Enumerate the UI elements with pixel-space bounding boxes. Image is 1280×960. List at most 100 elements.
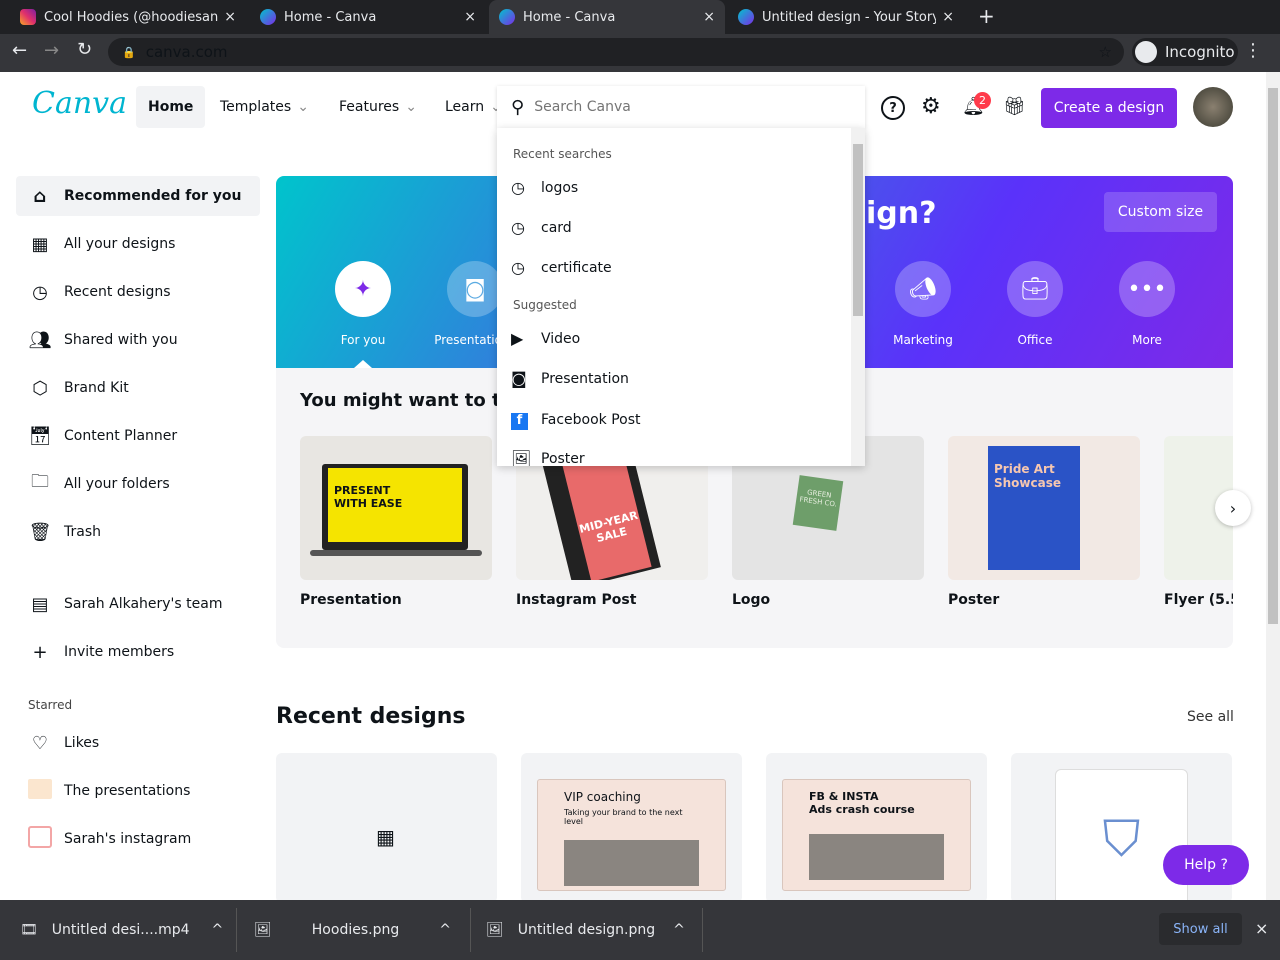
clock-icon: ◷ [511, 178, 525, 197]
browser-tab-active[interactable]: Home - Canva × [489, 0, 725, 34]
back-icon[interactable]: ← [12, 40, 27, 61]
browser-tab[interactable]: Cool Hoodies (@hoodiesand × [10, 0, 246, 34]
help-button[interactable]: Help ? [1163, 845, 1249, 885]
grid-icon: ▦ [31, 233, 49, 255]
close-tab-icon[interactable]: × [224, 9, 236, 25]
banner-heading: ign? [866, 196, 937, 231]
clock-icon: ◷ [511, 258, 525, 277]
selected-indicator [354, 360, 372, 368]
forward-icon[interactable]: → [44, 40, 59, 61]
starred-label: Starred [28, 698, 73, 712]
category-office[interactable]: 💼︎ Office [985, 261, 1085, 347]
sidebar-item-instagram[interactable]: Sarah's instagram [16, 819, 260, 859]
carousel-next-button[interactable]: › [1215, 490, 1251, 526]
settings-gear-icon[interactable]: ⚙ [921, 94, 941, 119]
template-card-poster[interactable]: Pride Art Showcase Poster [948, 436, 1140, 608]
menu-icon[interactable]: ⋮ [1244, 40, 1262, 61]
create-design-button[interactable]: Create a design [1041, 88, 1177, 128]
close-tab-icon[interactable]: × [942, 9, 954, 25]
incognito-badge[interactable]: Incognito [1132, 38, 1238, 66]
video-icon: ▶ [511, 329, 524, 348]
search-dropdown: Recent searches ◷ logos ◷ card ◷ certificat… [497, 128, 865, 466]
category-for-you[interactable]: ✦ For you [313, 261, 413, 347]
category-more[interactable]: ••• More [1097, 261, 1197, 347]
sidebar-item-brand-kit[interactable]: ⬡ Brand Kit [16, 368, 260, 408]
download-item[interactable]: 🖼︎ Hoodies.png ^ [254, 900, 451, 960]
suggested-item[interactable]: f Facebook Post [511, 409, 641, 430]
nav-home[interactable]: Home [136, 86, 206, 128]
image-file-icon: 🖼︎ [486, 922, 504, 938]
sidebar-item-presentations[interactable]: The presentations [16, 771, 260, 811]
close-downloads-icon[interactable]: × [1255, 919, 1268, 938]
avatar[interactable] [1193, 87, 1233, 127]
sidebar-item-all-designs[interactable]: ▦ All your designs [16, 224, 260, 264]
chevron-down-icon: ⌄ [405, 99, 417, 115]
chevron-up-icon[interactable]: ^ [673, 922, 685, 938]
calendar-icon: 📅︎ [28, 425, 52, 447]
new-tab-button[interactable]: + [978, 4, 995, 28]
canva-logo[interactable]: Canva [32, 86, 127, 121]
chevron-right-icon: › [1229, 498, 1237, 518]
recent-design-card[interactable]: ▦ [276, 753, 497, 903]
grid-icon: ▦ [376, 825, 395, 849]
suggested-item[interactable]: ◙ Presentation [511, 369, 629, 388]
show-all-button[interactable]: Show all [1159, 913, 1242, 945]
recent-design-card[interactable]: FB & INSTA Ads crash course [766, 753, 987, 903]
recent-search-item[interactable]: ◷ card [511, 218, 572, 237]
design-thumbnail-icon [16, 825, 64, 853]
suggested-label: Suggested [513, 298, 577, 312]
download-item[interactable]: 🖼︎ Untitled design.png ^ [486, 900, 685, 960]
image-file-icon: 🖼︎ [254, 922, 272, 938]
reload-icon[interactable]: ↻ [77, 39, 92, 60]
chevron-up-icon[interactable]: ^ [439, 922, 451, 938]
custom-size-button[interactable]: Custom size [1104, 192, 1217, 232]
folder-thumbnail-icon [16, 778, 64, 804]
nav-features[interactable]: Features ⌄ [327, 86, 429, 128]
folder-icon: 🗀 [31, 471, 49, 492]
recent-design-card[interactable]: VIP coaching Taking your brand to the ne… [521, 753, 742, 903]
hoodie-thumbnail: ⛉ [1055, 769, 1188, 909]
sidebar-item-recommended[interactable]: ⌂ Recommended for you [16, 176, 260, 216]
heart-icon: ♡ [31, 732, 49, 754]
search-input[interactable] [534, 99, 835, 115]
category-marketing[interactable]: 📣︎ Marketing [873, 261, 973, 347]
dropdown-scrollbar[interactable] [851, 128, 865, 466]
gift-icon[interactable]: 🎁︎ [1003, 96, 1026, 117]
search-box[interactable]: ⚲ [497, 86, 865, 128]
sidebar-item-trash[interactable]: 🗑︎ Trash [16, 512, 260, 552]
suggested-item[interactable]: ▶ Video [511, 329, 580, 348]
sidebar-item-likes[interactable]: ♡ Likes [16, 723, 260, 763]
recent-search-item[interactable]: ◷ logos [511, 178, 578, 197]
sidebar-item-content-planner[interactable]: 📅︎ Content Planner [16, 416, 260, 456]
chevron-up-icon[interactable]: ^ [212, 922, 224, 938]
template-card-presentation[interactable]: PRESENT WITH EASE Presentation [300, 436, 492, 608]
suggested-item[interactable]: 🖼︎ Poster [511, 449, 585, 466]
poster-thumbnail: Pride Art Showcase [948, 436, 1140, 580]
instagram-icon [20, 9, 36, 25]
clock-icon: ◷ [511, 218, 525, 237]
sidebar-item-recent-designs[interactable]: ◷ Recent designs [16, 272, 260, 312]
help-icon[interactable]: ? [881, 96, 905, 120]
lock-icon: 🔒 [122, 45, 136, 59]
page-scrollbar[interactable] [1266, 72, 1280, 900]
browser-tab[interactable]: Untitled design - Your Story × [728, 0, 964, 34]
sidebar-item-folders[interactable]: 🗀 All your folders [16, 464, 260, 504]
nav-templates[interactable]: Templates ⌄ [208, 86, 321, 128]
browser-tab[interactable]: Home - Canva × [250, 0, 486, 34]
design-thumbnail: FB & INSTA Ads crash course [782, 779, 971, 891]
sidebar-item-shared[interactable]: 👥︎ Shared with you [16, 320, 260, 360]
presentation-icon: ◙ [447, 261, 503, 317]
close-tab-icon[interactable]: × [464, 9, 476, 25]
address-bar[interactable]: 🔒 canva.com ☆ [108, 38, 1124, 66]
recent-searches-label: Recent searches [513, 147, 612, 161]
download-item[interactable]: 🎞︎ Untitled desi....mp4 ^ [20, 900, 223, 960]
star-icon[interactable]: ☆ [1099, 43, 1112, 61]
browser-tab-strip: Cool Hoodies (@hoodiesand × Home - Canva ×… [0, 0, 1280, 34]
sidebar-item-invite[interactable]: + Invite members [16, 632, 260, 672]
shared-users-icon: 👥︎ [28, 329, 52, 351]
sidebar-item-team[interactable]: ▤ Sarah Alkahery's team [16, 584, 260, 624]
see-all-link[interactable]: See all [1187, 709, 1234, 725]
brand-kit-icon: ⬡ [32, 377, 48, 399]
close-tab-icon[interactable]: × [703, 9, 715, 25]
recent-search-item[interactable]: ◷ certificate [511, 258, 612, 277]
